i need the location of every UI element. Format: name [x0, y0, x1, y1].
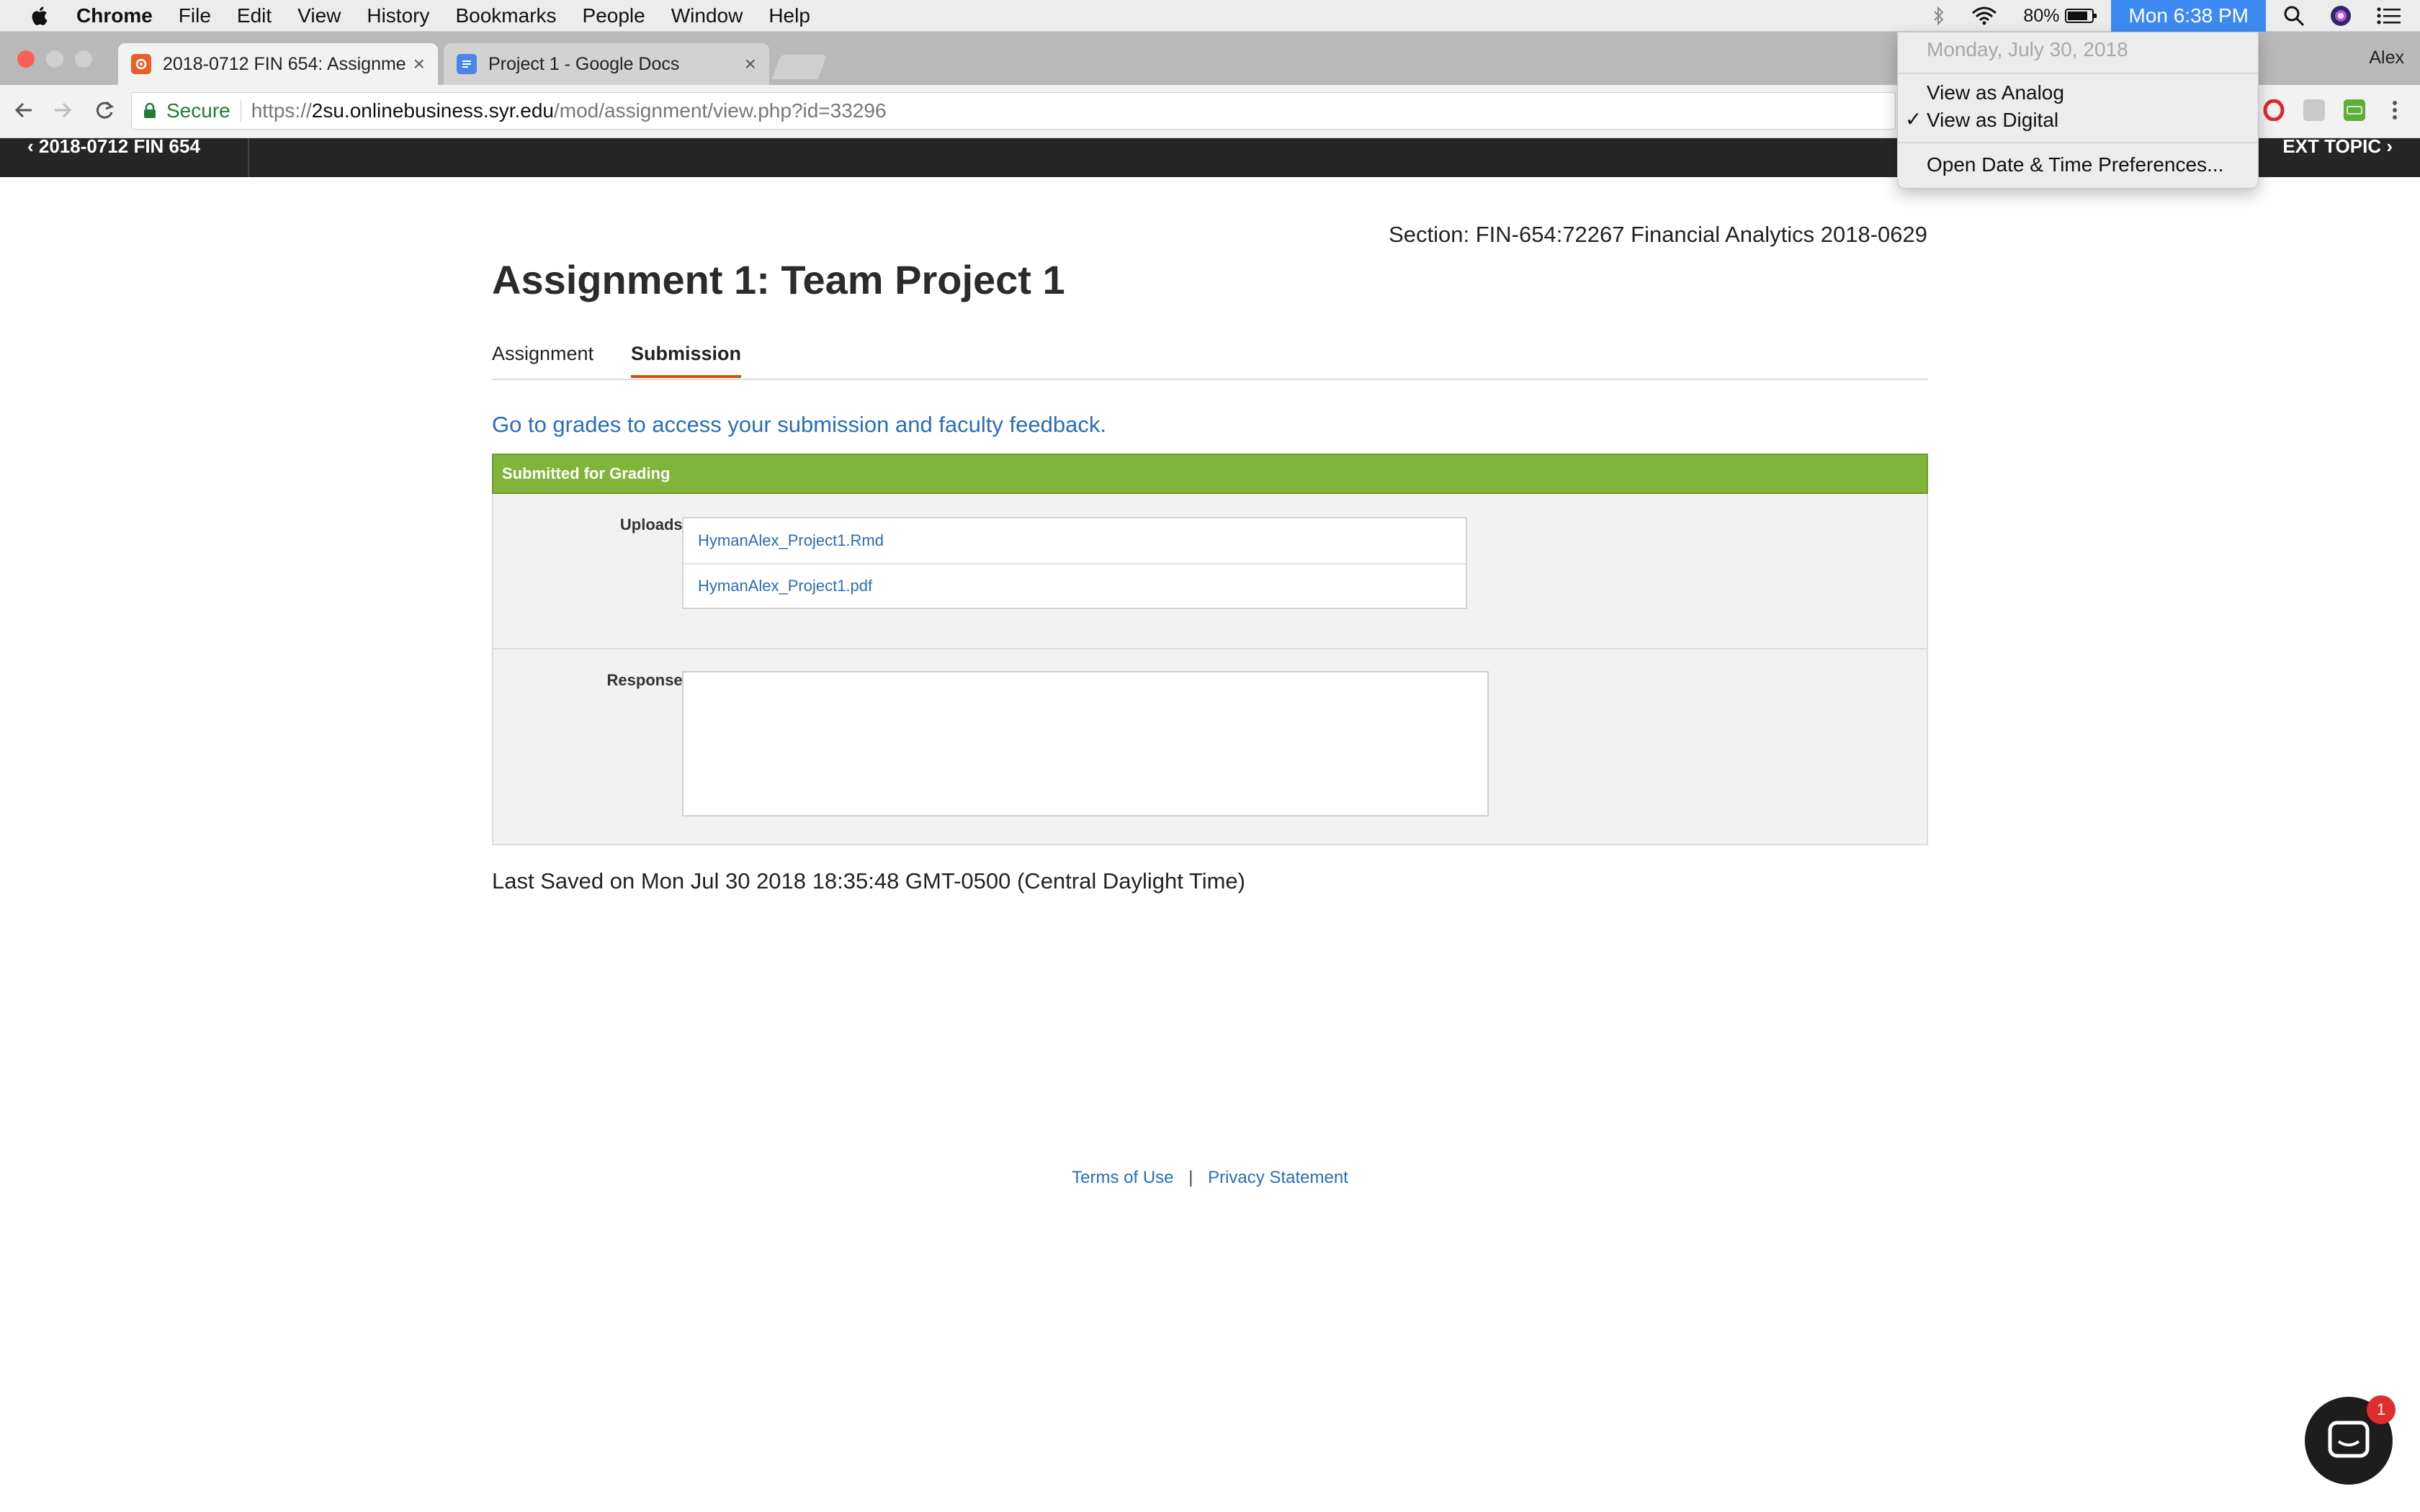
footer-separator: |	[1188, 1168, 1193, 1187]
clock-dropdown-menu: Monday, July 30, 2018 View as Analog ✓ V…	[1897, 32, 2259, 189]
chat-bubble-icon	[2328, 1421, 2370, 1458]
view-as-digital-option[interactable]: View as Digital	[1927, 109, 2058, 132]
page-title: Assignment 1: Team Project 1	[492, 257, 1065, 302]
tab-close-icon[interactable]: ×	[413, 53, 425, 76]
cors-extension-icon[interactable]	[2344, 99, 2365, 121]
menu-window[interactable]: Window	[671, 4, 743, 27]
course-section: Section: FIN-654:72267 Financial Analyti…	[1389, 222, 1927, 247]
lock-icon	[144, 103, 156, 118]
tab-fin654-assignment[interactable]: 2018-0712 FIN 654: Assignme ×	[118, 43, 438, 85]
menu-file[interactable]: File	[179, 4, 211, 27]
reload-icon[interactable]	[94, 99, 115, 127]
menu-view[interactable]: View	[297, 4, 341, 27]
chat-unread-badge: 1	[2367, 1395, 2396, 1424]
grades-link[interactable]: Go to grades to access your submission a…	[492, 412, 1106, 438]
forward-arrow-icon[interactable]	[52, 99, 73, 127]
privacy-statement-link[interactable]: Privacy Statement	[1208, 1168, 1348, 1187]
menu-history[interactable]: History	[367, 4, 429, 27]
window-zoom-button[interactable]	[75, 50, 92, 68]
url-scheme: https://	[251, 99, 312, 122]
chat-launcher-button[interactable]: 1	[2305, 1395, 2396, 1485]
submission-status-bar: Submitted for Grading	[492, 454, 1928, 494]
previous-topic-link[interactable]: ‹ 2018-0712 FIN 654	[27, 135, 200, 158]
uploaded-file-link[interactable]: HymanAlex_Project1.Rmd	[684, 518, 1466, 563]
extension-icon[interactable]	[2303, 99, 2325, 121]
url-path: /mod/assignment/view.php?id=33296	[553, 99, 887, 122]
site-favicon-icon	[131, 54, 151, 74]
window-close-button[interactable]	[17, 50, 35, 68]
wifi-icon[interactable]	[1970, 6, 1999, 26]
menu-edit[interactable]: Edit	[237, 4, 272, 27]
current-date: Monday, July 30, 2018	[1927, 38, 2128, 60]
window-minimize-button[interactable]	[46, 50, 63, 68]
apple-logo-icon[interactable]	[29, 5, 49, 27]
google-docs-icon	[457, 54, 477, 74]
response-textarea[interactable]	[682, 671, 1489, 816]
secure-label: Secure	[166, 99, 230, 122]
chrome-menu-icon[interactable]	[2384, 99, 2406, 121]
tab-title: Project 1 - Google Docs	[488, 53, 680, 74]
checkmark-icon: ✓	[1905, 108, 1922, 130]
topic-bar-divider	[248, 138, 249, 177]
tab-assignment[interactable]: Assignment	[492, 343, 593, 375]
url-host: 2su.onlinebusiness.syr.edu	[311, 99, 554, 122]
tab-submission[interactable]: Submission	[631, 343, 742, 378]
response-panel: Response:	[492, 648, 1928, 845]
menu-separator	[1898, 73, 2258, 74]
address-bar[interactable]: Secure https:// 2su.onlinebusiness.syr.e…	[131, 92, 1896, 130]
extensions-area	[2244, 99, 2406, 121]
menubar-clock[interactable]: Mon 6:38 PM	[2111, 0, 2266, 32]
bluetooth-icon[interactable]	[1932, 6, 1945, 26]
uploads-label: Uploads:	[619, 516, 688, 534]
menu-app-chrome[interactable]: Chrome	[76, 4, 153, 27]
back-arrow-icon[interactable]	[13, 99, 35, 127]
view-as-analog-option[interactable]: View as Analog	[1927, 81, 2064, 104]
menu-help[interactable]: Help	[768, 4, 810, 27]
battery-percent: 80%	[2023, 5, 2060, 26]
uploads-list: HymanAlex_Project1.Rmd HymanAlex_Project…	[682, 517, 1467, 609]
uploaded-file-link[interactable]: HymanAlex_Project1.pdf	[684, 563, 1466, 608]
profile-name[interactable]: Alex	[2369, 48, 2404, 68]
menu-separator	[1898, 142, 2258, 143]
tab-close-icon[interactable]: ×	[745, 53, 756, 76]
next-topic-link[interactable]: EXT TOPIC ›	[2282, 135, 2393, 158]
assignment-tabs: Assignment Submission	[492, 340, 1928, 380]
macos-menu-bar: Chrome File Edit View History Bookmarks …	[0, 0, 2420, 32]
tab-google-docs[interactable]: Project 1 - Google Docs ×	[444, 43, 769, 85]
battery-icon[interactable]	[2065, 7, 2098, 24]
opera-extension-icon[interactable]	[2263, 99, 2285, 121]
menu-bookmarks[interactable]: Bookmarks	[455, 4, 556, 27]
new-tab-button[interactable]	[771, 55, 828, 79]
terms-of-use-link[interactable]: Terms of Use	[1072, 1168, 1173, 1187]
response-label: Response:	[606, 671, 688, 689]
page-footer: Terms of Use | Privacy Statement	[0, 1168, 2420, 1188]
tab-title: 2018-0712 FIN 654: Assignme	[163, 53, 406, 74]
siri-icon[interactable]	[2329, 4, 2352, 27]
menu-people[interactable]: People	[583, 4, 645, 27]
last-saved-text: Last Saved on Mon Jul 30 2018 18:35:48 G…	[492, 868, 1245, 894]
notification-center-icon[interactable]	[2377, 6, 2401, 25]
date-time-preferences-option[interactable]: Open Date & Time Preferences...	[1927, 153, 2223, 176]
spotlight-search-icon[interactable]	[2283, 5, 2305, 27]
uploads-panel: Uploads: HymanAlex_Project1.Rmd HymanAle…	[492, 494, 1928, 649]
